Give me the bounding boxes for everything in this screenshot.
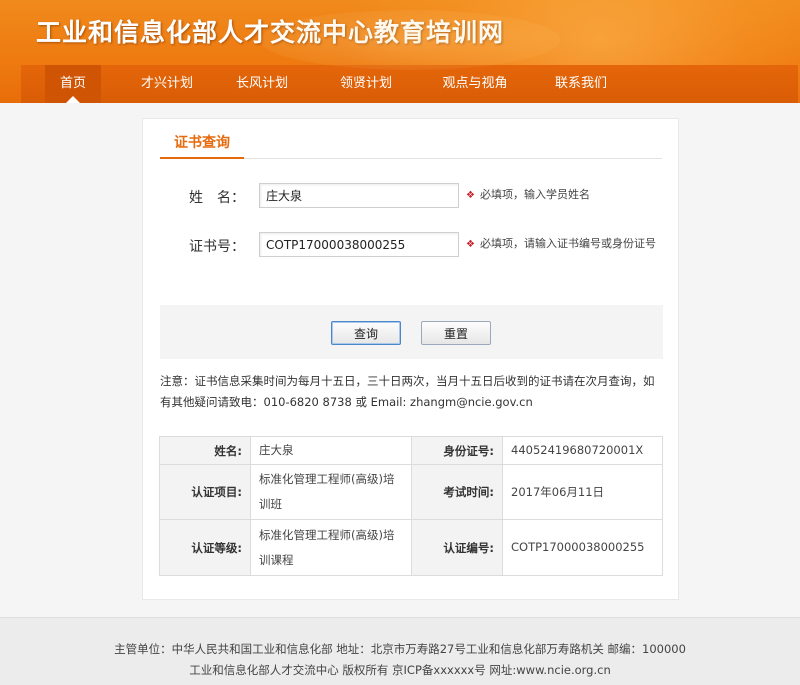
panel-title-bar: 证书查询	[160, 131, 662, 159]
nav-item-viewpoints[interactable]: 观点与视角	[427, 65, 523, 103]
field-key: 认证编号:	[411, 519, 503, 576]
main-nav: 首页 才兴计划 长风计划 领贤计划 观点与视角 联系我们	[21, 65, 798, 103]
field-key: 身份证号:	[411, 436, 503, 465]
table-row: 认证等级: 标准化管理工程师(高级)培训课程 认证编号: COTP1700003…	[159, 519, 663, 576]
nav-item-home[interactable]: 首页	[45, 65, 101, 103]
name-label: 姓 名：	[189, 190, 245, 206]
nav-item-lingxian[interactable]: 领贤计划	[326, 65, 406, 103]
footer-line-2: 工业和信息化部人才交流中心 版权所有 京ICP备xxxxxx号 网址:www.n…	[189, 663, 611, 677]
field-value: 标准化管理工程师(高级)培训课程	[250, 519, 412, 576]
table-row: 认证项目: 标准化管理工程师(高级)培训班 考试时间: 2017年06月11日	[159, 464, 663, 520]
field-key: 姓名:	[159, 436, 251, 465]
reset-button[interactable]: 重置	[421, 321, 491, 345]
panel-title: 证书查询	[160, 131, 244, 159]
site-title[interactable]: 工业和信息化部人才交流中心教育培训网	[36, 13, 504, 49]
notice-text: 注意：证书信息采集时间为每月十五日，三十日两次，当月十五日后收到的证书请在次月查…	[160, 374, 655, 409]
nav-item-contact[interactable]: 联系我们	[541, 65, 621, 103]
name-hint-text: 必填项，输入学员姓名	[479, 188, 590, 201]
field-key: 考试时间:	[411, 464, 503, 520]
field-value: COTP17000038000255	[502, 519, 663, 576]
site-footer: 主管单位：中华人民共和国工业和信息化部 地址：北京市万寿路27号工业和信息化部万…	[0, 617, 800, 685]
name-input[interactable]	[259, 183, 459, 208]
field-value: 庄大泉	[250, 436, 412, 465]
cert-label: 证书号：	[189, 239, 245, 255]
footer-line-1: 主管单位：中华人民共和国工业和信息化部 地址：北京市万寿路27号工业和信息化部万…	[114, 642, 686, 656]
field-key: 认证等级:	[159, 519, 251, 576]
cert-hint: ❖ 必填项，请输入证书编号或身份证号	[259, 233, 669, 256]
result-table: 姓名: 庄大泉 身份证号: 44052419680720001X 认证项目: 标…	[159, 436, 663, 576]
table-row: 姓名: 庄大泉 身份证号: 44052419680720001X	[159, 436, 663, 465]
cert-hint-text: 必填项，请输入证书编号或身份证号	[479, 237, 656, 250]
site-header: 工业和信息化部人才交流中心教育培训网 首页 才兴计划 长风计划 领贤计划 观点与…	[0, 0, 800, 103]
button-bar: 查询 重置	[160, 305, 663, 359]
required-icon: ❖	[466, 239, 475, 250]
query-button[interactable]: 查询	[331, 321, 401, 345]
field-key: 认证项目:	[159, 464, 251, 520]
certificate-query-panel: 证书查询 姓 名： ❖ 必填项，输入学员姓名 证书号： ❖ 必填项，请输入证书编号或…	[142, 118, 679, 600]
name-hint: ❖ 必填项，输入学员姓名	[466, 184, 666, 207]
field-value: 44052419680720001X	[502, 436, 663, 465]
nav-item-caixing[interactable]: 才兴计划	[127, 65, 207, 103]
field-value: 2017年06月11日	[502, 464, 663, 520]
field-value: 标准化管理工程师(高级)培训班	[250, 464, 412, 520]
nav-item-changfeng[interactable]: 长风计划	[222, 65, 302, 103]
required-icon: ❖	[466, 190, 475, 201]
